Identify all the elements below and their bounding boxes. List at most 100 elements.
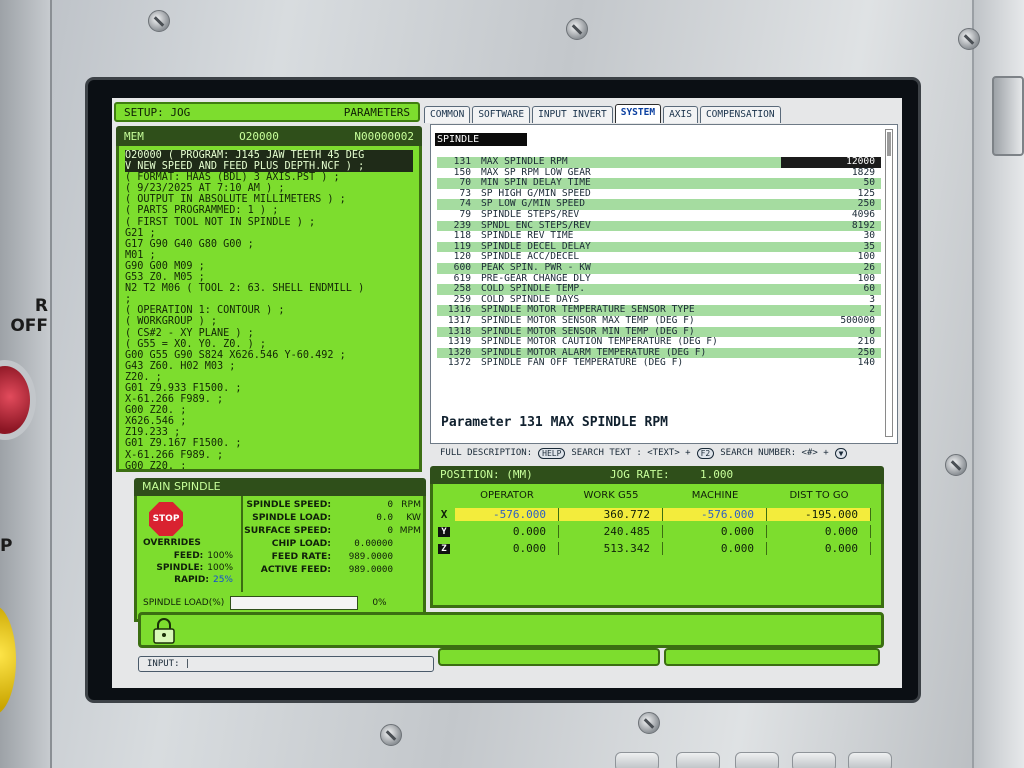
program-line: G00 Z20. ; (125, 405, 187, 417)
parameter-name: SPINDLE MOTOR SENSOR MIN TEMP (DEG F) (481, 326, 695, 337)
parameter-row[interactable]: 1319 SPINDLE MOTOR CAUTION TEMPERATURE (D… (437, 336, 881, 348)
spindle-stat-unit: MPM (399, 525, 421, 536)
scroll-thumb[interactable] (887, 132, 891, 156)
program-line: ( PARTS PROGRAMMED: 1 ) ; (125, 205, 279, 217)
position-panel: OPERATOR WORK G55 MACHINE DIST TO GO X -576.… (430, 484, 884, 608)
program-line: Z19.233 ; (125, 427, 181, 439)
machine-position: -576.000 (663, 508, 767, 521)
spindle-stat-unit (393, 550, 421, 563)
search-text-label: SEARCH TEXT : <TEXT> + (571, 448, 691, 458)
parameter-row[interactable]: 150 MAX SP RPM LOW GEAR 1829 (437, 167, 881, 179)
parameter-value[interactable]: 3 (781, 294, 881, 306)
parameter-name: MAX SPINDLE RPM (481, 157, 568, 167)
panel-key[interactable] (735, 752, 779, 768)
parameter-number: 1372 (447, 357, 471, 369)
f2-key[interactable]: F2 (696, 447, 715, 459)
program-line: ( CS#2 - XY PLANE ) ; (125, 327, 254, 339)
position-title: POSITION: (MM) (440, 468, 533, 481)
parameter-number: 73 (459, 187, 471, 199)
parameter-row[interactable]: 120 SPINDLE ACC/DECEL 100 (437, 252, 881, 263)
operator-position: -576.000 (455, 508, 559, 521)
parameter-row[interactable]: 259 COLD SPINDLE DAYS 3 (437, 294, 881, 306)
program-line: ( 9/23/2025 AT 7:10 AM ) ; (125, 183, 285, 195)
tab-common[interactable]: COMMON (424, 106, 471, 123)
position-row: Z 0.000 513.342 0.000 0.000 (433, 540, 881, 557)
distance-to-go: 0.000 (767, 525, 871, 538)
arrow-down-icon[interactable]: ▼ (834, 447, 848, 459)
program-listing[interactable]: O20000 ( PROGRAM: J145 JAW TEETH 45 DEG V… (116, 146, 422, 472)
parameter-name: SPINDLE STEPS/REV (481, 209, 580, 220)
spindle-stats: SPINDLE SPEED: 0 RPM SPINDLE LOAD: 0.0 KW SURF… (241, 496, 423, 592)
parameter-name: SPINDLE ACC/DECEL (481, 252, 580, 263)
spindle-stat-unit (393, 537, 421, 550)
parameter-value[interactable]: 140 (781, 358, 881, 369)
parameter-value[interactable]: 500000 (781, 315, 881, 327)
parameter-row[interactable]: 619 PRE-GEAR CHANGE DLY 100 (437, 273, 881, 285)
spindle-stat-label: SURFACE SPEED: (244, 525, 331, 536)
parameter-row[interactable]: 1316 SPINDLE MOTOR TEMPERATURE SENSOR TYP… (437, 305, 881, 316)
program-line: G17 G90 G40 G80 G00 ; (125, 238, 254, 250)
parameter-row[interactable]: 73 SP HIGH G/MIN SPEED 125 (437, 187, 881, 200)
parameter-value[interactable]: 26 (781, 262, 881, 274)
panel-key[interactable] (615, 752, 659, 768)
work-position: 360.772 (559, 508, 663, 521)
parameter-row[interactable]: 258 COLD SPINDLE TEMP. 60 (437, 284, 881, 295)
panel-p-label: P (0, 536, 13, 556)
axis-label: X (440, 508, 448, 521)
tab-axis[interactable]: AXIS (663, 106, 698, 123)
position-column-header: WORK G55 (583, 489, 639, 501)
panel-key[interactable] (848, 752, 892, 768)
spindle-stat-value: 989.0000 (348, 551, 393, 562)
parameter-row[interactable]: 131 MAX SPINDLE RPM 12000 (437, 156, 881, 168)
parameter-row[interactable]: 70 MIN SPIN DELAY TIME 50 (437, 178, 881, 189)
parameter-row[interactable]: 119 SPINDLE DECEL DELAY 35 (437, 241, 881, 253)
screw-icon (638, 712, 660, 734)
parameter-value[interactable]: 60 (781, 284, 881, 295)
position-row: Y 0.000 240.485 0.000 0.000 (433, 523, 881, 540)
tab-compensation[interactable]: COMPENSATION (699, 106, 781, 123)
parameter-row[interactable]: 1317 SPINDLE MOTOR SENSOR MAX TEMP (DEG F… (437, 315, 881, 327)
parameter-row[interactable]: 1372 SPINDLE FAN OFF TEMPERATURE (DEG F) 1… (437, 358, 881, 369)
parameter-row[interactable]: 239 SPNDL ENC STEPS/REV 8192 (437, 220, 881, 232)
parameter-value[interactable]: 4096 (781, 209, 881, 221)
program-line: G00 G55 G90 S824 X626.546 Y-60.492 ; (125, 349, 346, 361)
parameter-number: 79 (459, 208, 471, 220)
spindle-stat-row: CHIP LOAD: 0.00000 (243, 537, 423, 550)
program-line: M01 ; (125, 249, 156, 261)
spindle-stat-unit: RPM (401, 499, 421, 510)
panel-key[interactable] (676, 752, 720, 768)
spindle-override-value: 100% (207, 563, 233, 573)
parameter-name: MIN SPIN DELAY TIME (481, 178, 591, 189)
tab-software[interactable]: SOFTWARE (472, 106, 531, 123)
axis-label: Z (438, 543, 450, 554)
operator-position: 0.000 (455, 542, 559, 555)
program-line: X626.546 ; (125, 416, 187, 428)
program-line: ( FORMAT: HAAS (BDL) 3 AXIS.PST ) ; (125, 172, 340, 184)
work-position: 513.342 (559, 542, 663, 555)
parameter-row[interactable]: 74 SP LOW G/MIN SPEED 250 (437, 199, 881, 210)
spindle-stat-label: SPINDLE SPEED: (246, 499, 331, 510)
parameter-scrollbar[interactable] (885, 129, 893, 437)
parameter-name: COLD SPINDLE DAYS (481, 294, 580, 305)
spindle-stat-row: SPINDLE SPEED: 0 RPM (243, 498, 423, 511)
position-row: X -576.000 360.772 -576.000 -195.000 (433, 506, 881, 523)
tab-system[interactable]: SYSTEM (614, 104, 662, 123)
distance-to-go: -195.000 (767, 508, 871, 521)
program-line: Z20. ; (125, 371, 162, 383)
parameter-value[interactable]: 12000 (781, 156, 881, 168)
screw-icon (566, 18, 588, 40)
help-key[interactable]: HELP (538, 447, 566, 459)
parameter-row[interactable]: 79 SPINDLE STEPS/REV 4096 (437, 208, 881, 221)
input-field[interactable]: INPUT: | (138, 656, 434, 672)
spindle-stat-value: 989.0000 (348, 564, 393, 575)
parameter-number: 131 (453, 156, 471, 167)
parameter-row[interactable]: 600 PEAK SPIN. PWR - KW 26 (437, 262, 881, 274)
panel-key[interactable] (792, 752, 836, 768)
lock-icon[interactable] (151, 618, 177, 644)
parameter-row[interactable]: 1320 SPINDLE MOTOR ALARM TEMPERATURE (DEG… (437, 347, 881, 359)
parameter-row[interactable]: 118 SPINDLE REV TIME 30 (437, 231, 881, 242)
parameter-row[interactable]: 1318 SPINDLE MOTOR SENSOR MIN TEMP (DEG F… (437, 326, 881, 338)
spindle-override-label: SPINDLE: (156, 563, 204, 573)
tab-input-invert[interactable]: INPUT INVERT (532, 106, 613, 123)
block-number: N00000002 (354, 129, 414, 143)
